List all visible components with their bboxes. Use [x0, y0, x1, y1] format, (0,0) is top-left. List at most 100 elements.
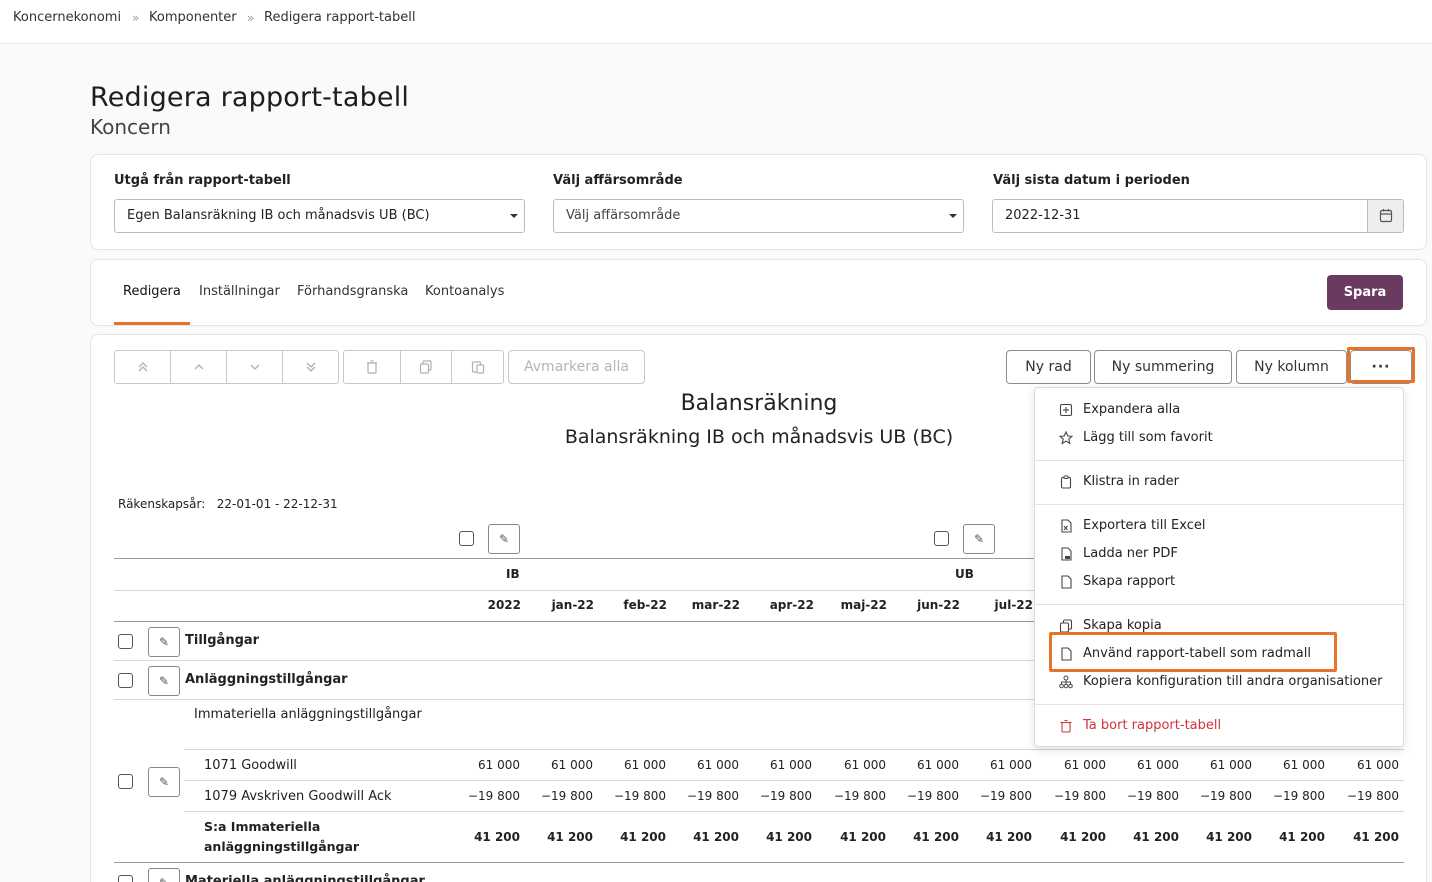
row-edit-button[interactable]: ✎: [148, 666, 180, 696]
table-cell: 41 200: [1353, 830, 1399, 844]
row-divider: [114, 862, 1404, 863]
row-edit-button[interactable]: ✎: [148, 627, 180, 657]
row-label-materiella: Materiella anläggningstillgångar: [185, 874, 425, 882]
report-select-value: Egen Balansräkning IB och månadsvis UB (…: [127, 208, 430, 223]
tab-installningar[interactable]: Inställningar: [199, 284, 280, 299]
table-cell: 61 000: [478, 758, 520, 772]
row-action-group: [343, 350, 504, 384]
menu-item-label: Ta bort rapport-tabell: [1083, 718, 1222, 733]
table-cell: 61 000: [770, 758, 812, 772]
plus-square-icon: [1059, 403, 1073, 417]
column-header: feb-22: [623, 598, 667, 612]
move-bottom-button[interactable]: [283, 351, 338, 383]
report-select-label: Utgå från rapport-tabell: [114, 173, 291, 188]
table-cell: 61 000: [624, 758, 666, 772]
menu-item-delete-report[interactable]: Ta bort rapport-tabell: [1035, 713, 1403, 739]
tabs-card: [90, 259, 1427, 326]
table-cell: 41 200: [1279, 830, 1325, 844]
table-cell: −19 800: [979, 789, 1032, 803]
row-edit-button[interactable]: ✎: [148, 868, 180, 882]
table-cell: −19 800: [1272, 789, 1325, 803]
breadcrumb-komponenter[interactable]: Komponenter: [149, 10, 237, 25]
table-cell: 41 200: [766, 830, 812, 844]
table-cell: 41 200: [620, 830, 666, 844]
menu-item-copy-config[interactable]: Kopiera konfiguration till andra organis…: [1035, 669, 1403, 695]
copy-row-button[interactable]: [401, 351, 452, 383]
tab-kontoanalys[interactable]: Kontoanalys: [425, 284, 504, 299]
menu-item-export-excel[interactable]: Exportera till Excel: [1035, 513, 1403, 539]
report-select[interactable]: Egen Balansräkning IB och månadsvis UB (…: [114, 199, 525, 233]
table-cell: 61 000: [1357, 758, 1399, 772]
chevron-up-icon: [194, 364, 203, 370]
delete-row-button[interactable]: [344, 351, 401, 383]
move-down-button[interactable]: [227, 351, 283, 383]
menu-item-label: Klistra in rader: [1083, 474, 1179, 489]
date-input[interactable]: 2022-12-31: [992, 199, 1404, 233]
row-checkbox[interactable]: [118, 774, 133, 789]
area-select[interactable]: Välj affärsområde: [553, 199, 964, 233]
menu-item-expand-all[interactable]: Expandera alla: [1035, 397, 1403, 423]
org-tree-icon: [1059, 675, 1073, 689]
table-cell: 41 200: [693, 830, 739, 844]
row-checkbox[interactable]: [118, 673, 133, 688]
menu-item-create-report[interactable]: Skapa rapport: [1035, 569, 1403, 595]
double-chevron-up-icon: [138, 362, 147, 372]
menu-item-add-favorite[interactable]: Lägg till som favorit: [1035, 425, 1403, 451]
star-icon: [1059, 431, 1073, 445]
move-top-button[interactable]: [115, 351, 171, 383]
column-header: jul-22: [994, 598, 1033, 612]
caret-down-icon: [510, 214, 518, 218]
menu-item-download-pdf[interactable]: Ladda ner PDF: [1035, 541, 1403, 567]
active-tab-indicator: [114, 322, 190, 325]
table-cell: −19 800: [467, 789, 520, 803]
deselect-all-button[interactable]: Avmarkera alla: [508, 350, 645, 384]
column-group-ib-edit-button[interactable]: ✎: [488, 524, 520, 554]
tab-redigera[interactable]: Redigera: [123, 284, 181, 299]
save-button[interactable]: Spara: [1327, 275, 1403, 310]
paste-icon: [471, 361, 484, 374]
row-label-tillgangar: Tillgångar: [185, 633, 260, 648]
table-cell: 61 000: [1210, 758, 1252, 772]
row-label-immateriella: Immateriella anläggningstillgångar: [194, 707, 422, 722]
row-edit-button[interactable]: ✎: [148, 767, 180, 797]
column-header: apr-22: [769, 598, 814, 612]
pencil-icon: ✎: [159, 876, 169, 882]
page-title: Redigera rapport-tabell: [90, 82, 410, 113]
pencil-icon: ✎: [158, 635, 170, 649]
column-group-ib-checkbox[interactable]: [459, 531, 474, 546]
menu-divider: [1035, 604, 1403, 605]
menu-item-label: Expandera alla: [1083, 402, 1181, 417]
table-cell: 61 000: [697, 758, 739, 772]
column-group-ub-edit-button[interactable]: ✎: [963, 524, 995, 554]
area-select-label: Välj affärsområde: [553, 173, 683, 188]
tab-forhandsgranska[interactable]: Förhandsgranska: [297, 284, 408, 299]
menu-item-label: Lägg till som favorit: [1083, 430, 1213, 445]
copy-icon: [419, 360, 432, 374]
column-group-ub-checkbox[interactable]: [934, 531, 949, 546]
move-up-button[interactable]: [171, 351, 227, 383]
excel-file-icon: [1061, 519, 1072, 533]
row-checkbox[interactable]: [118, 875, 133, 882]
row-label-anlaggningstillgangar: Anläggningstillgångar: [185, 672, 348, 687]
column-header: mar-22: [691, 598, 740, 612]
menu-item-paste-rows[interactable]: Klistra in rader: [1035, 469, 1403, 495]
breadcrumb-koncernekonomi[interactable]: Koncernekonomi: [13, 10, 121, 25]
report-subtitle: Balansräkning IB och månadsvis UB (BC): [564, 426, 954, 448]
table-cell: 41 200: [1060, 830, 1106, 844]
new-summary-button[interactable]: Ny summering: [1094, 350, 1232, 384]
table-cell: 41 200: [474, 830, 520, 844]
new-row-button[interactable]: Ny rad: [1006, 350, 1091, 384]
calendar-button[interactable]: [1367, 200, 1403, 232]
row-label-goodwill: 1071 Goodwill: [204, 758, 297, 773]
row-checkbox[interactable]: [118, 634, 133, 649]
paste-row-button[interactable]: [452, 351, 503, 383]
column-header: jun-22: [917, 598, 960, 612]
table-cell: 61 000: [990, 758, 1032, 772]
menu-item-label: Skapa kopia: [1083, 618, 1162, 633]
column-group-ib: IB: [506, 567, 520, 581]
breadcrumb-current: Redigera rapport-tabell: [264, 10, 416, 25]
file-icon: [1061, 575, 1072, 589]
new-column-button[interactable]: Ny kolumn: [1236, 350, 1347, 384]
breadcrumb-separator: »: [132, 11, 140, 25]
fiscal-year: Räkenskapsår: 22-01-01 - 22-12-31: [118, 497, 338, 511]
